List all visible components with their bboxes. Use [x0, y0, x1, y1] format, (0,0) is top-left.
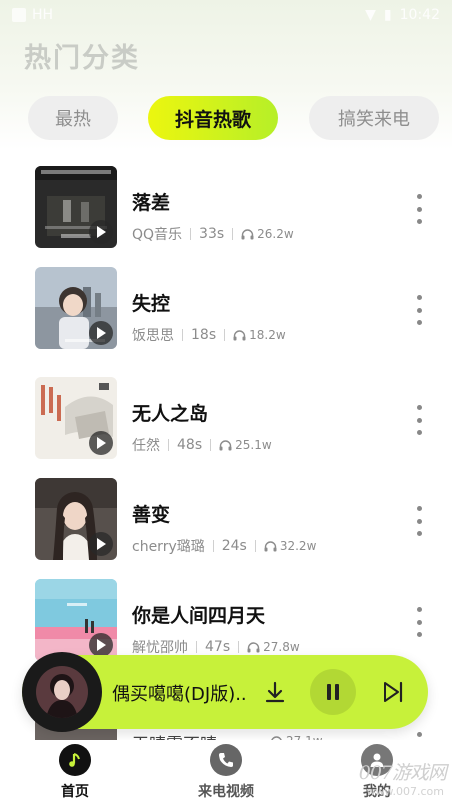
status-bar: HH ▼ ▮ 10:42 [0, 0, 452, 30]
song-duration: 47s [205, 639, 231, 655]
more-options-icon[interactable] [409, 506, 429, 536]
song-item[interactable]: 落差 QQ音乐 33s 26.2w [0, 166, 452, 250]
divider [224, 329, 226, 341]
headphones-icon [264, 540, 277, 551]
play-count-value: 18.2w [249, 328, 286, 342]
song-item[interactable]: 无人之岛 任然 48s 25.1w [0, 377, 452, 461]
page-title: 热门分类 [24, 43, 140, 74]
song-title: 落差 [132, 192, 171, 214]
more-options-icon[interactable] [409, 405, 429, 435]
divider [210, 439, 212, 451]
tab-funny-ringtones[interactable]: 搞笑来电 [309, 96, 439, 140]
song-cover [35, 377, 117, 459]
song-meta: 任然 48s 25.1w [132, 435, 272, 455]
phone-icon [210, 744, 242, 776]
tab-hottest[interactable]: 最热 [28, 96, 118, 140]
play-count-value: 25.1w [235, 438, 272, 452]
song-item[interactable]: 失控 饭思思 18s 18.2w [0, 267, 452, 351]
song-title: 善变 [132, 504, 171, 526]
song-cover [35, 166, 117, 248]
wifi-icon: ▼ [365, 7, 376, 23]
divider [232, 228, 234, 240]
download-icon[interactable] [260, 677, 290, 707]
play-count: 32.2w [264, 539, 317, 553]
divider [196, 641, 197, 653]
battery-icon: ▮ [383, 7, 392, 23]
divider [182, 329, 183, 341]
play-count-value: 27.8w [263, 640, 300, 654]
song-meta: QQ音乐 33s 26.2w [132, 224, 294, 244]
more-options-icon[interactable] [409, 194, 429, 224]
nav-label: 来电视频 [198, 784, 254, 800]
clock: 10:42 [399, 7, 440, 23]
play-icon[interactable] [89, 431, 113, 455]
play-icon[interactable] [89, 532, 113, 556]
player-song-title: 偶买噶噶(DJ版).. [112, 684, 247, 705]
more-options-icon[interactable] [409, 295, 429, 325]
song-artist: 任然 [132, 438, 160, 454]
play-icon[interactable] [89, 321, 113, 345]
divider [190, 228, 192, 240]
headphones-icon [219, 439, 232, 450]
nav-call-video[interactable]: 来电视频 [171, 744, 281, 802]
music-note-icon [59, 744, 91, 776]
next-track-icon[interactable] [378, 677, 408, 707]
song-title: 你是人间四月天 [132, 605, 266, 627]
song-item[interactable]: 你是人间四月天 解忧邵帅 47s 27.8w [0, 579, 452, 663]
more-options-icon[interactable] [409, 607, 429, 637]
nav-label: 首页 [61, 784, 89, 800]
song-artist: 解忧邵帅 [132, 640, 188, 656]
headphones-icon [247, 641, 260, 652]
divider [254, 540, 256, 552]
song-cover [35, 478, 117, 560]
divider [168, 439, 169, 451]
song-artist: 饭思思 [132, 328, 174, 344]
play-icon[interactable] [89, 220, 113, 244]
song-meta: 解忧邵帅 47s 27.8w [132, 637, 300, 657]
play-count: 27.8w [247, 640, 300, 654]
play-icon[interactable] [89, 633, 113, 657]
play-count-value: 32.2w [279, 539, 317, 553]
notification-icon [12, 8, 26, 22]
play-count: 26.2w [241, 227, 294, 241]
song-meta: cherry璐璐 24s 32.2w [132, 536, 316, 556]
song-duration: 48s [177, 437, 203, 453]
tab-douyin-hits[interactable]: 抖音热歌 [148, 96, 278, 140]
song-item[interactable]: 善变 cherry璐璐 24s 32.2w [0, 478, 452, 562]
mini-player[interactable]: 偶买噶噶(DJ版).. [22, 652, 428, 732]
play-count: 18.2w [233, 328, 286, 342]
play-count: 25.1w [219, 438, 272, 452]
song-title: 失控 [132, 293, 171, 315]
pause-button[interactable] [310, 669, 356, 715]
category-tabs: 最热 抖音热歌 搞笑来电 [0, 96, 452, 140]
song-meta: 饭思思 18s 18.2w [132, 325, 286, 345]
nav-home[interactable]: 首页 [20, 744, 130, 802]
player-cover [36, 666, 88, 718]
song-cover [35, 267, 117, 349]
divider [212, 540, 214, 552]
song-duration: 24s [221, 538, 247, 554]
song-artist: cherry璐璐 [132, 539, 205, 555]
watermark-url: www.007.com [366, 785, 444, 798]
headphones-icon [241, 228, 254, 239]
song-duration: 18s [191, 327, 217, 343]
song-title: 无人之岛 [132, 403, 209, 425]
song-duration: 33s [199, 226, 225, 242]
song-artist: QQ音乐 [132, 227, 183, 243]
watermark-logo: 007游戏网 [358, 762, 447, 784]
player-album-disc[interactable] [22, 652, 102, 732]
headphones-icon [233, 329, 246, 340]
play-count-value: 26.2w [257, 227, 294, 241]
status-left-text: HH [32, 7, 54, 23]
divider [238, 641, 240, 653]
song-cover [35, 579, 117, 661]
